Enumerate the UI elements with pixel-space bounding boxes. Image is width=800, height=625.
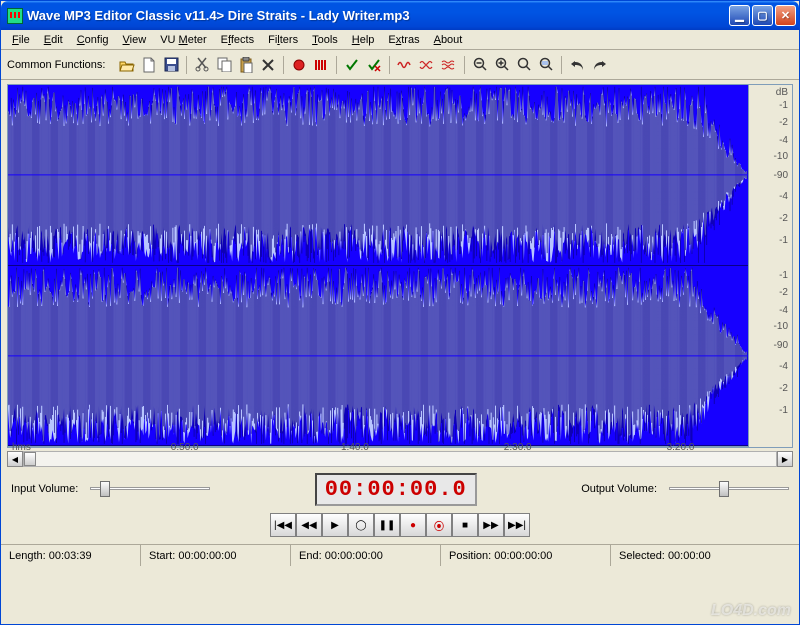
status-position: Position: 00:00:00:00 [441,545,611,566]
scroll-thumb[interactable] [24,452,36,466]
time-display: 00:00:00.0 [315,473,477,506]
menu-filters[interactable]: Filters [261,32,305,48]
first-button[interactable]: |◀◀ [270,513,296,537]
check-button[interactable] [342,55,362,75]
status-start: Start: 00:00:00:00 [141,545,291,566]
menu-config[interactable]: Config [70,32,116,48]
zoomin-button[interactable] [492,55,512,75]
menu-tools[interactable]: Tools [305,32,345,48]
maximize-button[interactable]: ▢ [752,5,773,26]
input-volume-handle[interactable] [100,481,110,497]
zoomout-button[interactable] [470,55,490,75]
toolbar: Common Functions: [1,50,799,80]
menubar: File Edit Config View VU Meter Effects F… [1,30,799,50]
status-selected: Selected: 00:00:00 [611,545,799,566]
paste-button[interactable] [236,55,256,75]
close-button[interactable]: ✕ [775,5,796,26]
new-button[interactable] [139,55,159,75]
play-button[interactable]: ▶ [322,513,348,537]
toolbar-label: Common Functions: [7,59,105,71]
record-play-button[interactable]: ● [400,513,426,537]
output-volume-handle[interactable] [719,481,729,497]
controls-row: Input Volume: 00:00:00.0 Output Volume: [1,468,799,510]
horizontal-scrollbar[interactable]: ◀ ▶ [7,450,793,468]
wave1-button[interactable] [395,55,415,75]
menu-extras[interactable]: Extras [381,32,426,48]
redo-button[interactable] [589,55,609,75]
stop-button[interactable]: ■ [452,513,478,537]
menu-view[interactable]: View [116,32,154,48]
status-length: Length: 00:03:39 [1,545,141,566]
wave2-button[interactable] [417,55,437,75]
minimize-button[interactable]: ▁ [729,5,750,26]
menu-effects[interactable]: Effects [214,32,261,48]
scroll-right-button[interactable]: ▶ [777,451,793,467]
output-volume-slider[interactable] [669,479,789,499]
menu-about[interactable]: About [427,32,470,48]
app-window: Wave MP3 Editor Classic v11.4> Dire Stra… [0,0,800,625]
time-scale: hms 0:50.0 1:40.0 2:30.0 3:20.0 [8,446,748,447]
zoomsel-button[interactable] [536,55,556,75]
db-scale: dB -1 -2 -4 -10 -90 -4 -2 -1 -1 -2 -4 -1… [749,84,793,448]
statusbar: Length: 00:03:39 Start: 00:00:00:00 End:… [1,544,799,566]
zoomfit-button[interactable] [514,55,534,75]
status-end: End: 00:00:00:00 [291,545,441,566]
cut-button[interactable] [192,55,212,75]
playback-controls: |◀◀ ◀◀ ▶ ◯ ❚❚ ● ⦿ ■ ▶▶ ▶▶| [1,510,799,544]
undo-button[interactable] [567,55,587,75]
record-button[interactable] [289,55,309,75]
waveform-area: hms 0:50.0 1:40.0 2:30.0 3:20.0 dB -1 -2… [1,80,799,450]
delete-button[interactable] [258,55,278,75]
output-volume-label: Output Volume: [581,483,657,495]
waveform-canvas[interactable]: hms 0:50.0 1:40.0 2:30.0 3:20.0 [7,84,749,448]
forward-button[interactable]: ▶▶ [478,513,504,537]
copy-button[interactable] [214,55,234,75]
wave3-button[interactable] [439,55,459,75]
scroll-left-button[interactable]: ◀ [7,451,23,467]
watermark: LO4D.com [711,602,791,620]
app-icon [7,8,23,24]
titlebar[interactable]: Wave MP3 Editor Classic v11.4> Dire Stra… [1,1,799,30]
input-volume-label: Input Volume: [11,483,78,495]
menu-file[interactable]: File [5,32,37,48]
pause-button[interactable]: ❚❚ [374,513,400,537]
record-loop-button[interactable]: ⦿ [426,513,452,537]
menu-edit[interactable]: Edit [37,32,70,48]
menu-vumeter[interactable]: VU Meter [153,32,213,48]
open-button[interactable] [117,55,137,75]
menu-help[interactable]: Help [345,32,382,48]
last-button[interactable]: ▶▶| [504,513,530,537]
input-volume-slider[interactable] [90,479,210,499]
checkx-button[interactable] [364,55,384,75]
window-title: Wave MP3 Editor Classic v11.4> Dire Stra… [27,8,729,23]
rewind-button[interactable]: ◀◀ [296,513,322,537]
save-button[interactable] [161,55,181,75]
marker-button[interactable] [311,55,331,75]
channel-left[interactable] [8,85,748,266]
stop-rec-button[interactable]: ◯ [348,513,374,537]
channel-right[interactable] [8,266,748,447]
